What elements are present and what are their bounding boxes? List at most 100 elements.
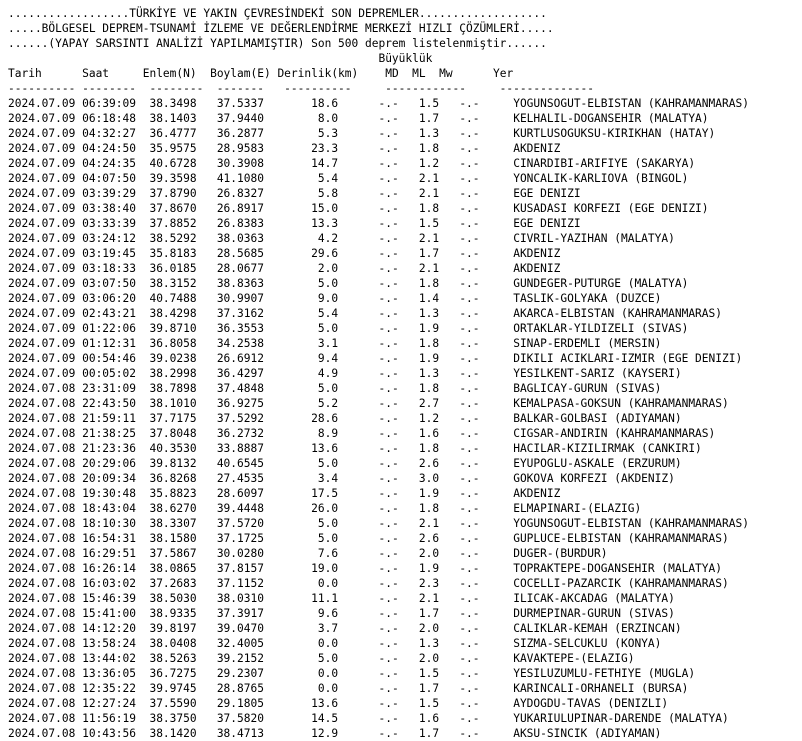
cell-md: -.- <box>378 532 419 545</box>
table-row: 2024.07.08 13:58:24 38.0408 32.4005 0.0 … <box>8 636 749 651</box>
cell-mw: -.- <box>459 247 514 260</box>
cell-lon: 39.2152 <box>216 652 285 665</box>
cell-lat: 39.0238 <box>149 352 217 365</box>
table-row: 2024.07.08 15:41:00 38.9335 37.3917 9.6 … <box>8 606 749 621</box>
cell-depth: 0.0 <box>284 637 379 650</box>
cell-ml: 1.6 <box>418 427 460 440</box>
cell-location: KELHALIL-DOGANSEHIR (MALATYA) <box>513 112 709 125</box>
cell-ml: 1.8 <box>418 337 460 350</box>
header-separator: ---------- -------- -------- ------- ---… <box>8 82 594 95</box>
cell-depth: 14.5 <box>284 712 379 725</box>
cell-md: -.- <box>378 577 419 590</box>
cell-mw: -.- <box>459 517 514 530</box>
cell-location: KARINCALI-ORHANELI (BURSA) <box>513 682 689 695</box>
cell-ml: 1.5 <box>418 697 460 710</box>
cell-location: EGE DENIZI <box>513 187 581 200</box>
cell-lat: 38.5030 <box>149 592 217 605</box>
cell-md: -.- <box>378 367 419 380</box>
col-time: Saat <box>82 67 143 80</box>
cell-time: 19:30:48 <box>82 487 150 500</box>
cell-ml: 1.8 <box>418 442 460 455</box>
cell-mw: -.- <box>459 322 514 335</box>
cell-lon: 37.4848 <box>216 382 285 395</box>
cell-date: 2024.07.09 <box>8 187 83 200</box>
cell-mw: -.- <box>459 187 514 200</box>
cell-lon: 26.8917 <box>216 202 285 215</box>
cell-lat: 38.3498 <box>149 97 217 110</box>
cell-time: 13:58:24 <box>82 637 150 650</box>
cell-date: 2024.07.08 <box>8 502 83 515</box>
cell-lat: 39.8197 <box>149 622 217 635</box>
cell-md: -.- <box>378 187 419 200</box>
cell-time: 15:46:39 <box>82 592 150 605</box>
cell-lat: 37.5590 <box>149 697 217 710</box>
cell-depth: 5.4 <box>284 172 379 185</box>
cell-lat: 39.9745 <box>149 682 217 695</box>
cell-depth: 3.7 <box>284 622 379 635</box>
cell-depth: 12.9 <box>284 727 379 740</box>
cell-md: -.- <box>378 547 419 560</box>
cell-time: 00:05:02 <box>82 367 150 380</box>
cell-depth: 9.0 <box>284 292 379 305</box>
table-row: 2024.07.08 13:36:05 36.7275 29.2307 0.0 … <box>8 666 749 681</box>
cell-depth: 5.0 <box>284 532 379 545</box>
cell-ml: 1.5 <box>418 217 460 230</box>
cell-ml: 2.1 <box>418 262 460 275</box>
cell-location: AKDENIZ <box>513 142 561 155</box>
cell-date: 2024.07.08 <box>8 727 83 740</box>
cell-depth: 5.3 <box>284 127 379 140</box>
cell-md: -.- <box>378 412 419 425</box>
cell-md: -.- <box>378 142 419 155</box>
cell-ml: 2.3 <box>418 577 460 590</box>
cell-lat: 37.7175 <box>149 412 217 425</box>
cell-depth: 19.0 <box>284 562 379 575</box>
table-row: 2024.07.08 11:56:19 38.3750 37.5820 14.5… <box>8 711 749 726</box>
cell-location: AKDENIZ <box>513 487 561 500</box>
cell-time: 16:54:31 <box>82 532 150 545</box>
table-row: 2024.07.09 04:24:35 40.6728 30.3908 14.7… <box>8 156 749 171</box>
cell-mw: -.- <box>459 502 514 515</box>
cell-depth: 23.3 <box>284 142 379 155</box>
cell-location: GOKOVA KORFEZI (AKDENIZ) <box>513 472 675 485</box>
cell-time: 21:23:36 <box>82 442 150 455</box>
cell-ml: 2.6 <box>418 532 460 545</box>
table-row: 2024.07.08 15:46:39 38.5030 38.0310 11.1… <box>8 591 749 606</box>
cell-lon: 41.1080 <box>216 172 285 185</box>
cell-md: -.- <box>378 202 419 215</box>
cell-location: YONCALIK-KARLIOVA (BINGOL) <box>513 172 689 185</box>
cell-mw: -.- <box>459 307 514 320</box>
cell-lon: 34.2538 <box>216 337 285 350</box>
cell-lon: 38.0310 <box>216 592 285 605</box>
cell-lon: 36.2732 <box>216 427 285 440</box>
cell-lon: 30.3908 <box>216 157 285 170</box>
cell-lat: 38.3750 <box>149 712 217 725</box>
cell-lon: 38.8363 <box>216 277 285 290</box>
col-mw: Mw <box>439 67 494 80</box>
cell-location: CALIKLAR-KEMAH (ERZINCAN) <box>513 622 682 635</box>
cell-ml: 1.3 <box>418 307 460 320</box>
cell-time: 13:44:02 <box>82 652 150 665</box>
cell-lon: 28.5685 <box>216 247 285 260</box>
cell-lon: 36.4297 <box>216 367 285 380</box>
cell-mw: -.- <box>459 652 514 665</box>
cell-date: 2024.07.08 <box>8 577 83 590</box>
cell-date: 2024.07.08 <box>8 517 83 530</box>
cell-lat: 40.7488 <box>149 292 217 305</box>
cell-mw: -.- <box>459 592 514 605</box>
cell-lon: 28.9583 <box>216 142 285 155</box>
cell-depth: 26.0 <box>284 502 379 515</box>
cell-location: BALKAR-GOLBASI (ADIYAMAN) <box>513 412 682 425</box>
cell-mw: -.- <box>459 202 514 215</box>
table-row: 2024.07.09 04:24:50 35.9575 28.9583 23.3… <box>8 141 749 156</box>
cell-md: -.- <box>378 97 419 110</box>
cell-lon: 37.3162 <box>216 307 285 320</box>
cell-location: COCELLI-PAZARCIK (KAHRAMANMARAS) <box>513 577 729 590</box>
cell-location: DIKILI ACIKLARI-IZMIR (EGE DENIZI) <box>513 352 743 365</box>
cell-md: -.- <box>378 712 419 725</box>
table-row: 2024.07.09 03:06:20 40.7488 30.9907 9.0 … <box>8 291 749 306</box>
cell-date: 2024.07.09 <box>8 307 83 320</box>
cell-location: KUSADASI KORFEZI (EGE DENIZI) <box>513 202 709 215</box>
table-row: 2024.07.09 03:38:40 37.8670 26.8917 15.0… <box>8 201 749 216</box>
cell-date: 2024.07.08 <box>8 592 83 605</box>
cell-md: -.- <box>378 307 419 320</box>
